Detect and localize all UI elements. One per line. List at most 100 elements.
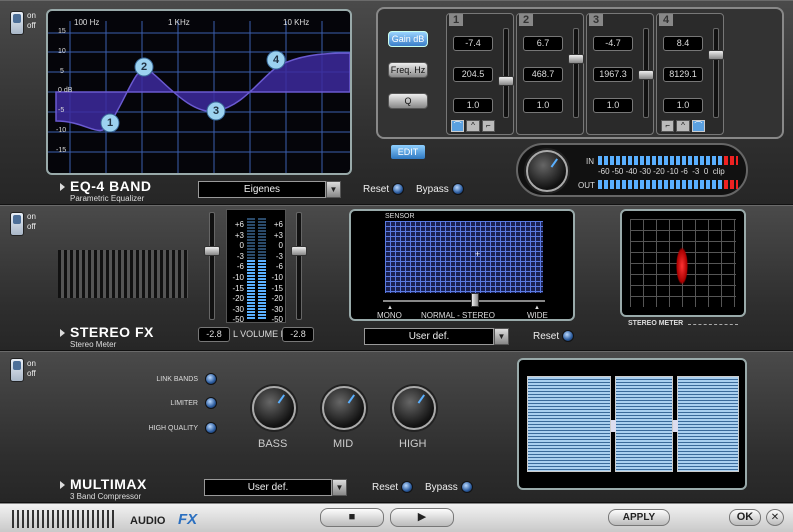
band-2-slider-track <box>573 28 579 118</box>
band-4-q-value[interactable]: 1.0 <box>663 98 703 113</box>
sensor-display[interactable]: SENSOR + ▲ ▲ MONO NORMAL - STEREO WIDE <box>349 209 575 321</box>
filter-highshelf-icon[interactable]: ⌐ <box>481 120 495 132</box>
band-2-slider[interactable] <box>568 54 584 64</box>
meter-tick: +3 <box>273 230 283 240</box>
volume-r-value[interactable]: -2.8 <box>282 327 314 342</box>
db-label-5: 5 <box>60 68 64 75</box>
band-1-gain-value[interactable]: -7.4 <box>453 36 493 51</box>
multimax-reset-button[interactable] <box>401 481 413 493</box>
band-3-q-value[interactable]: 1.0 <box>593 98 633 113</box>
stereo-width-track <box>383 300 545 302</box>
filter-lowshelf-icon[interactable]: ⌒ <box>451 120 465 132</box>
crossover-low-handle[interactable] <box>611 420 616 432</box>
band-3-column: 3 -4.7 1967.3 1.0 <box>586 13 654 135</box>
eq-graph[interactable]: 1 2 3 4 100 Hz 1 KHz 10 KHz 15 10 5 0 dB… <box>46 9 352 175</box>
multimax-preset-select[interactable]: User def. ▼ <box>204 479 347 496</box>
stop-button[interactable]: ■ <box>320 508 384 527</box>
band-2-freq-value[interactable]: 468.7 <box>523 67 563 82</box>
band-4-gain-value[interactable]: 8.4 <box>663 36 703 51</box>
band-4-freq-value[interactable]: 8129.1 <box>663 67 703 82</box>
filter-lowshelf-icon[interactable]: ⌐ <box>661 120 675 132</box>
eq-reset-label: Reset <box>363 184 390 195</box>
stereo-preset-select[interactable]: User def. ▼ <box>364 328 509 345</box>
band-4-column: 4 8.4 8129.1 1.0 ⌐ ^ ⌒ <box>656 13 724 135</box>
eq-switch-off-label: off <box>27 21 36 30</box>
band-2-column: 2 6.7 468.7 1.0 <box>516 13 584 135</box>
multimax-title: MULTIMAX <box>60 476 147 492</box>
high-label: HIGH <box>399 438 427 450</box>
band-3-freq-value[interactable]: 1967.3 <box>593 67 633 82</box>
meter-tick: -50 <box>232 315 244 325</box>
band-2-number: 2 <box>519 14 533 26</box>
db-label-15: 15 <box>58 28 66 35</box>
filter-highshelf-icon[interactable]: ⌒ <box>691 120 705 132</box>
band-1-freq-value[interactable]: 204.5 <box>453 67 493 82</box>
ok-button[interactable]: OK <box>729 509 761 526</box>
bass-knob[interactable] <box>252 386 296 430</box>
freq-hz-button[interactable]: Freq. Hz <box>388 62 428 78</box>
meter-tick: -30 <box>271 304 283 314</box>
eq-band-4-handle-label: 4 <box>273 54 280 66</box>
high-quality-toggle[interactable] <box>205 422 217 434</box>
q-button[interactable]: Q <box>388 93 428 109</box>
mid-label: MID <box>333 438 354 450</box>
volume-r-fader[interactable] <box>291 246 307 256</box>
link-bands-toggle[interactable] <box>205 373 217 385</box>
band-1-number: 1 <box>449 14 463 26</box>
band-4-slider[interactable] <box>708 50 724 60</box>
eq-bypass-button[interactable] <box>452 183 464 195</box>
meter-scale: -60 -50 -40 -30 -20 -10 -6 -3 0 clip <box>598 167 725 176</box>
filter-peak-icon[interactable]: ^ <box>466 120 480 132</box>
band-2-q-value[interactable]: 1.0 <box>523 98 563 113</box>
band-display-mid <box>615 376 673 472</box>
multimax-bypass-button[interactable] <box>461 481 473 493</box>
meter-tick: -10 <box>271 272 283 282</box>
meter-tick: -6 <box>236 262 244 272</box>
band-3-slider[interactable] <box>638 70 654 80</box>
crossover-high-handle[interactable] <box>673 420 678 432</box>
edit-button[interactable]: EDIT <box>391 145 425 159</box>
play-button[interactable]: ▶ <box>390 508 454 527</box>
db-label-10: 10 <box>58 48 66 55</box>
chevron-down-icon[interactable]: ▼ <box>332 479 347 496</box>
stereo-power-switch[interactable] <box>10 212 24 236</box>
meter-tick: -3 <box>236 251 244 261</box>
chevron-down-icon[interactable]: ▼ <box>494 328 509 345</box>
band-1-q-value[interactable]: 1.0 <box>453 98 493 113</box>
high-quality-label: HIGH QUALITY <box>148 425 198 432</box>
io-meter-panel: IN OUT -60 -50 -40 -30 -20 -10 -6 -3 0 c… <box>516 143 748 197</box>
meter-tick: +3 <box>234 230 244 240</box>
sensor-crosshair: + <box>475 249 481 259</box>
eq-reset-button[interactable] <box>392 183 404 195</box>
band-4-filter-type[interactable]: ⌐ ^ ⌒ <box>661 120 705 132</box>
eq-graph-svg <box>48 21 350 173</box>
band-3-number: 3 <box>589 14 603 26</box>
band-2-gain-value[interactable]: 6.7 <box>523 36 563 51</box>
output-gain-knob[interactable] <box>526 150 568 192</box>
chevron-down-icon[interactable]: ▼ <box>326 181 341 198</box>
volume-l-value[interactable]: -2.8 <box>198 327 230 342</box>
compressor-display[interactable] <box>517 358 747 490</box>
eq-preset-select[interactable]: Eigenes ▼ <box>198 181 341 198</box>
band-4-number: 4 <box>659 14 673 26</box>
band-1-slider[interactable] <box>498 76 514 86</box>
band-display-bass <box>527 376 611 472</box>
apply-button[interactable]: APPLY <box>608 509 670 526</box>
filter-peak-icon[interactable]: ^ <box>676 120 690 132</box>
brand-audio: AUDIO <box>130 515 166 527</box>
gain-db-button[interactable]: Gain dB <box>388 31 428 47</box>
mid-knob[interactable] <box>322 386 366 430</box>
close-icon[interactable]: ✕ <box>766 509 784 526</box>
eq-power-switch[interactable] <box>10 11 24 35</box>
eq-bypass-label: Bypass <box>416 184 449 195</box>
stereo-width-slider[interactable] <box>471 293 479 307</box>
multimax-power-switch[interactable] <box>10 358 24 382</box>
volume-l-fader[interactable] <box>204 246 220 256</box>
limiter-toggle[interactable] <box>205 397 217 409</box>
band-1-filter-type[interactable]: ⌒ ^ ⌐ <box>451 120 495 132</box>
stereo-reset-button[interactable] <box>562 330 574 342</box>
high-knob[interactable] <box>392 386 436 430</box>
eq-title: EQ-4 BAND <box>60 178 152 194</box>
band-3-gain-value[interactable]: -4.7 <box>593 36 633 51</box>
meter-tick: 0 <box>239 241 244 251</box>
